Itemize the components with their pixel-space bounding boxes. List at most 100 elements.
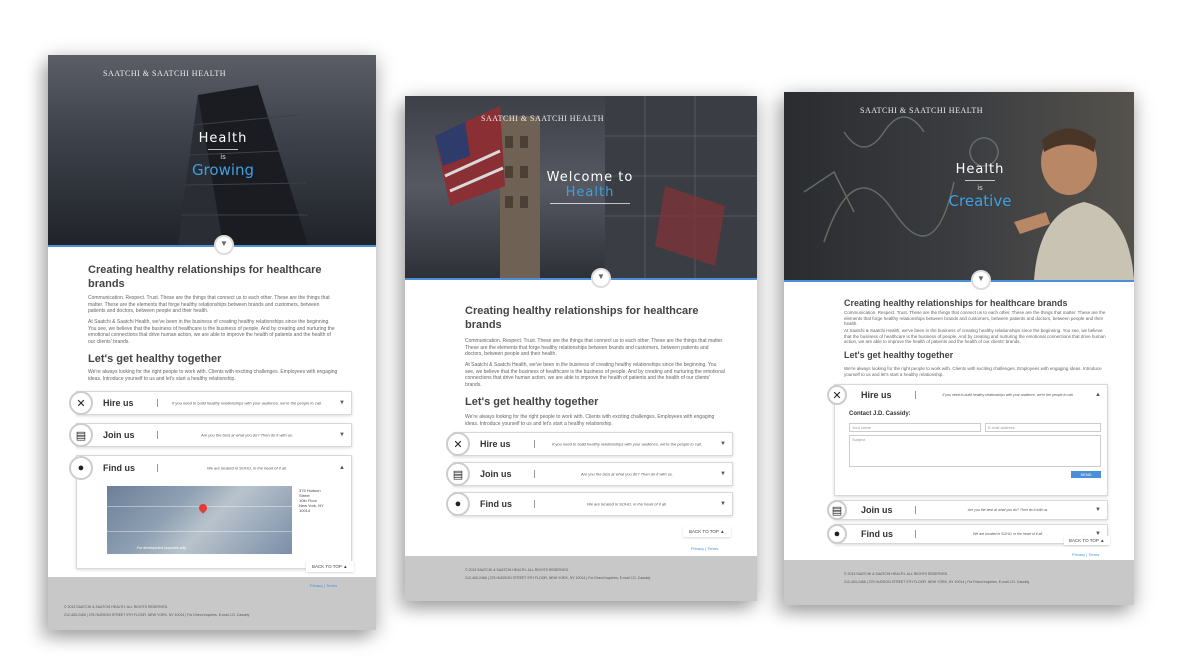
map-pin-marker[interactable] — [197, 502, 209, 514]
accordion-hire-us[interactable]: ✕ Hire us If you need to build healthy r… — [827, 384, 1108, 496]
map-caption: For development purposes only — [137, 546, 187, 550]
map-pin-icon: ● — [69, 456, 93, 480]
footer: Privacy | Terms © 2013 SAATCHI & SAATCHI… — [48, 577, 376, 630]
close-icon: ✕ — [827, 385, 847, 405]
footer: © 2013 SAATCHI & SAATCHI HEALTH. ALL RIG… — [405, 556, 757, 601]
together-para: We're always looking for the right peopl… — [88, 369, 338, 382]
accordion-hire-us[interactable]: ✕ Hire us If you need to build healthy r… — [446, 432, 733, 456]
close-icon: ✕ — [69, 391, 93, 415]
intro-heading: Creating healthy relationships for healt… — [465, 305, 699, 331]
privacy-link[interactable]: Privacy — [691, 546, 704, 551]
address-block: 375 Hudson Street 10th Floor New York, N… — [299, 488, 324, 513]
together-heading: Let's get healthy together — [88, 353, 222, 365]
back-to-top-button[interactable]: BACK TO TOP ▲ — [1064, 536, 1110, 545]
accordion-label: Hire us — [103, 398, 134, 408]
chevron-down-icon: ▼ — [1095, 507, 1101, 513]
hero-line1: Health — [198, 131, 248, 146]
accordion-join-us[interactable]: ▤ Join us Are you the best at what you d… — [827, 500, 1108, 520]
intro-para-1: Communication. Respect. Trust. These are… — [88, 295, 330, 314]
footer-links: Privacy | Terms — [1072, 552, 1100, 557]
accordion-desc: Are you the best at what you do? Then do… — [200, 432, 294, 438]
intro-para-1: Communication. Respect. Trust. These are… — [844, 310, 1106, 326]
chevron-up-icon: ▲ — [339, 465, 345, 471]
hero-title: Welcome to Health — [535, 170, 645, 207]
intro-para-2: At Saatchi & Saatchi Health, we've been … — [844, 328, 1106, 344]
brand-logo: SAATCHI & SAATCHI HEALTH — [481, 114, 605, 123]
footer: © 2013 SAATCHI & SAATCHI HEALTH. ALL RIG… — [784, 560, 1134, 605]
newspaper-icon: ▤ — [69, 423, 93, 447]
hero-divider — [48, 245, 376, 247]
footer-contact: 212-463-2466 | 375 HUDSON STREET 9TH FLO… — [465, 576, 651, 580]
chevron-down-icon: ▼ — [720, 441, 726, 447]
accordion-find-us[interactable]: ● Find us We are located in SOHO, in the… — [69, 455, 352, 569]
accordion-desc: We are located in SOHO, in the heart of … — [207, 465, 287, 471]
terms-link[interactable]: Terms — [1088, 552, 1099, 557]
contact-heading: Contact J.D. Cassidy: — [849, 411, 911, 417]
together-heading: Let's get healthy together — [465, 396, 599, 408]
accordion-label: Join us — [103, 430, 135, 440]
hero-line3: Creative — [948, 192, 1012, 210]
footer-contact: 212-463-2466 | 375 HUDSON STREET 9TH FLO… — [64, 613, 250, 617]
terms-link[interactable]: Terms — [326, 583, 337, 588]
close-icon: ✕ — [446, 432, 470, 456]
hero-image: SAATCHI & SAATCHI HEALTH Health is Growi… — [48, 55, 376, 245]
chevron-down-icon: ▼ — [339, 432, 345, 438]
accordion-desc: If you need to build healthy relationshi… — [942, 393, 1074, 397]
send-button[interactable]: SEND — [1071, 471, 1101, 478]
newspaper-icon: ▤ — [827, 500, 847, 520]
hero-divider — [784, 280, 1134, 282]
together-para: We're always looking for the right peopl… — [844, 366, 1102, 377]
accordion-label: Join us — [861, 505, 893, 515]
hero-line3: Growing — [191, 161, 255, 179]
accordion-label: Find us — [861, 529, 893, 539]
accordion-label: Join us — [480, 469, 512, 479]
mockup-page-1: SAATCHI & SAATCHI HEALTH Health is Growi… — [48, 55, 376, 630]
scroll-down-button[interactable]: ▼ — [591, 268, 611, 288]
back-to-top-button[interactable]: BACK TO TOP ▲ — [306, 561, 354, 572]
brand-logo: SAATCHI & SAATCHI HEALTH — [103, 69, 227, 78]
intro-para-2: At Saatchi & Saatchi Health, we've been … — [465, 362, 725, 388]
accordion-desc: We are located in SOHO, in the heart of … — [973, 532, 1043, 536]
accordion-desc: Are you the best at what you do? Then do… — [967, 508, 1049, 512]
accordion-join-us[interactable]: ▤ Join us Are you the best at what you d… — [446, 462, 733, 486]
accordion-desc: Are you the best at what you do? Then do… — [580, 471, 674, 477]
footer-contact: 212-463-2466 | 375 HUDSON STREET 9TH FLO… — [844, 580, 1030, 584]
terms-link[interactable]: Terms — [707, 546, 718, 551]
accordion-hire-us[interactable]: ✕ Hire us If you need to build healthy r… — [69, 391, 352, 415]
map-pin-icon: ● — [446, 492, 470, 516]
footer-links: Privacy | Terms — [691, 546, 719, 551]
accordion-label: Find us — [103, 463, 135, 473]
location-map[interactable]: For development purposes only — [107, 486, 292, 554]
accordion-label: Hire us — [480, 439, 511, 449]
mockup-page-2: SAATCHI & SAATCHI HEALTH Welcome to Heal… — [405, 96, 757, 601]
hero-line2: is — [220, 153, 226, 161]
footer-copyright: © 2013 SAATCHI & SAATCHI HEALTH. ALL RIG… — [64, 605, 169, 609]
footer-copyright: © 2013 SAATCHI & SAATCHI HEALTH. ALL RIG… — [844, 572, 949, 576]
scroll-down-button[interactable]: ▼ — [971, 270, 991, 290]
back-to-top-button[interactable]: BACK TO TOP ▲ — [683, 526, 731, 537]
hero-image: SAATCHI & SAATCHI HEALTH Welcome to Heal… — [405, 96, 757, 278]
hero-line2: is — [977, 184, 983, 192]
email-field[interactable]: E-mail address — [985, 423, 1101, 432]
accordion-find-us[interactable]: ● Find us We are located in SOHO, in the… — [446, 492, 733, 516]
together-para: We're always looking for the right peopl… — [465, 414, 715, 427]
privacy-link[interactable]: Privacy — [1072, 552, 1085, 557]
scroll-down-button[interactable]: ▼ — [214, 235, 234, 255]
intro-para-2: At Saatchi & Saatchi Health, we've been … — [88, 319, 335, 345]
chevron-down-icon: ▼ — [720, 501, 726, 507]
hero-image: SAATCHI & SAATCHI HEALTH Health is Creat… — [784, 92, 1134, 280]
subject-field[interactable]: Subject — [849, 435, 1101, 467]
name-field[interactable]: Your name — [849, 423, 981, 432]
accordion-join-us[interactable]: ▤ Join us Are you the best at what you d… — [69, 423, 352, 447]
privacy-link[interactable]: Privacy — [310, 583, 323, 588]
chevron-down-icon: ▼ — [720, 471, 726, 477]
together-heading: Let's get healthy together — [844, 350, 954, 360]
accordion-desc: We are located in SOHO, in the heart of … — [587, 501, 667, 507]
accordion-label: Find us — [480, 499, 512, 509]
hero-divider — [405, 278, 757, 280]
hero-line1: Welcome to Health — [546, 170, 634, 200]
intro-heading: Creating healthy relationships for healt… — [88, 264, 322, 290]
accordion-desc: If you need to build healthy relationshi… — [552, 441, 702, 447]
mockup-page-3: SAATCHI & SAATCHI HEALTH Health is Creat… — [784, 92, 1134, 605]
intro-para-1: Communication. Respect. Trust. These are… — [465, 338, 724, 357]
